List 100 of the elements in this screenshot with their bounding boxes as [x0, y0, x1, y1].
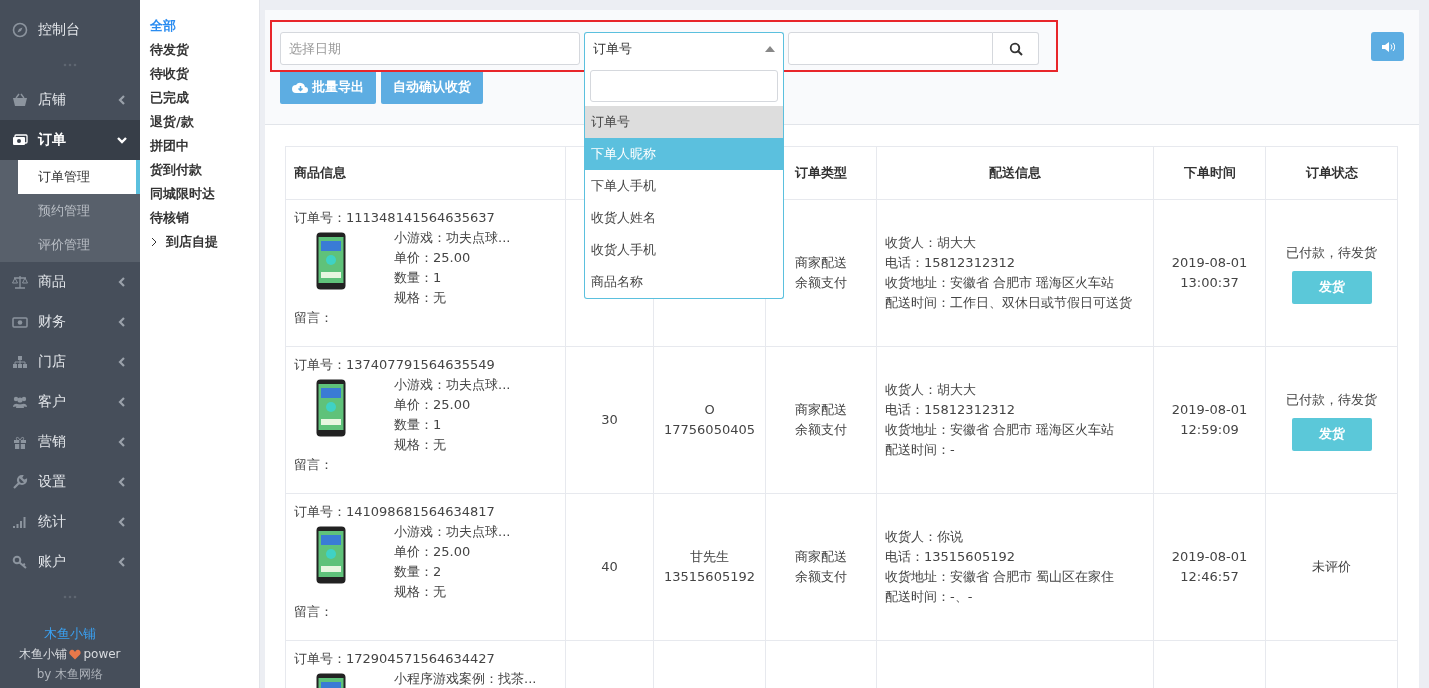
column-header: 下单时间	[1183, 165, 1236, 180]
delivery-info: 收货人：胡大大	[885, 234, 977, 252]
delivery-info: 收货地址：安徽省 合肥市 瑶海区火车站	[885, 421, 1116, 439]
order-time: 13:00:37	[1179, 274, 1240, 292]
buyer-info: O	[703, 401, 716, 419]
product-detail: 单价：25.00	[394, 249, 472, 267]
cloud-download-icon	[292, 81, 308, 93]
sidebar-menu-item[interactable]: 财务	[0, 302, 140, 342]
sidebar-menu-item[interactable]: 商品	[0, 262, 140, 302]
order-status: 已付款，待发货	[1285, 390, 1378, 409]
search-type-select[interactable]: 订单号	[584, 32, 784, 65]
status-filter[interactable]: 待发货	[150, 38, 189, 62]
delivery-info: 电话：15812312312	[885, 254, 1016, 272]
column-header: 配送信息	[989, 165, 1041, 180]
submenu-item[interactable]: 评价管理	[18, 228, 140, 262]
product-detail: 规格：无	[394, 436, 447, 454]
sidebar-menu-item[interactable]: 店铺	[0, 80, 140, 120]
order-note: 留言：	[294, 603, 334, 621]
buyer-info: 17756050405	[663, 421, 756, 439]
product-detail: 数量：2	[394, 563, 443, 581]
order-note: 留言：	[294, 456, 334, 474]
delivery-info: 电话：13515605192	[885, 548, 1016, 566]
order-time: 12:59:09	[1179, 421, 1240, 439]
product-detail: 小程序游戏案例：找茶...	[394, 670, 537, 688]
status-filter[interactable]: 待核销	[150, 206, 189, 230]
phone-thumbnail	[316, 526, 346, 584]
submenu-item[interactable]: 预约管理	[18, 194, 140, 228]
heart-icon	[69, 648, 82, 660]
delivery-info: 收货人：你说	[885, 528, 964, 546]
delivery-info: 配送时间：-、-	[885, 588, 974, 606]
search-icon	[1008, 41, 1023, 56]
delivery-info: 电话：15812312312	[885, 401, 1016, 419]
order-type: 余额支付	[794, 274, 848, 292]
phone-thumbnail	[316, 379, 346, 437]
search-button[interactable]	[993, 32, 1039, 65]
order-type: 商家配送	[794, 254, 848, 272]
buyer-info: 13515605192	[663, 568, 756, 586]
order-type: 商家配送	[794, 401, 848, 419]
order-number: 订单号：172904571564634427	[294, 650, 496, 668]
dropdown-option[interactable]: 商品名称	[585, 266, 783, 298]
submenu-item[interactable]: 订单管理	[18, 160, 140, 194]
hierarchy-icon	[12, 354, 28, 370]
status-filter[interactable]: 同城限时达	[150, 182, 215, 206]
date-field[interactable]: 选择日期	[280, 32, 580, 65]
sidebar-menu-item[interactable]: 设置	[0, 462, 140, 502]
basket-icon	[12, 92, 28, 108]
status-filter[interactable]: 待收货	[150, 62, 189, 86]
power-text: power	[83, 646, 121, 663]
product-detail: 数量：1	[394, 416, 443, 434]
product-detail: 规格：无	[394, 289, 447, 307]
key-icon	[12, 554, 28, 570]
sound-button[interactable]	[1371, 32, 1404, 61]
table-cell: 40	[601, 559, 618, 574]
dropdown-search-field[interactable]	[590, 70, 778, 102]
banknote-icon	[12, 132, 28, 148]
speaker-icon	[1380, 40, 1395, 53]
dropdown-option[interactable]: 下单人手机	[585, 170, 783, 202]
order-time: 2019-08-01	[1170, 548, 1249, 566]
phone-thumbnail	[316, 232, 346, 290]
order-time: 12:46:57	[1179, 568, 1240, 586]
caret-up-icon	[765, 45, 775, 52]
table-cell: 30	[601, 412, 618, 427]
order-number: 订单号：141098681564634817	[294, 503, 496, 521]
users-icon	[12, 394, 28, 410]
product-detail: 规格：无	[394, 583, 447, 601]
status-filter[interactable]: 到店自提	[166, 230, 218, 254]
order-status: 未评价	[1311, 558, 1352, 576]
credit-text: by 木鱼网络	[35, 666, 105, 683]
sidebar-menu-item[interactable]: 订单	[0, 120, 140, 160]
product-detail: 小游戏：功夫点球...	[394, 376, 511, 394]
order-time: 2019-08-01	[1170, 401, 1249, 419]
product-detail: 小游戏：功夫点球...	[394, 229, 511, 247]
sidebar-menu-item[interactable]: 统计	[0, 502, 140, 542]
buyer-info: 甘先生	[689, 548, 730, 566]
column-header: 订单类型	[795, 165, 847, 180]
search-field[interactable]	[788, 32, 993, 65]
order-time: 2019-08-01	[1170, 254, 1249, 272]
status-filter[interactable]: 已完成	[150, 86, 189, 110]
order-status: 已付款，待发货	[1285, 243, 1378, 262]
status-filter[interactable]: 退货/款	[150, 110, 194, 134]
dropdown-option[interactable]: 订单号	[585, 106, 783, 138]
column-header: 商品信息	[294, 165, 346, 180]
delivery-info: 收货人：胡大大	[885, 381, 977, 399]
wrench-icon	[12, 474, 28, 490]
sidebar-menu-item[interactable]: 门店	[0, 342, 140, 382]
sidebar-menu-item[interactable]: 客户	[0, 382, 140, 422]
delivery-info: 收货地址：安徽省 合肥市 蜀山区在家住	[885, 568, 1116, 586]
dropdown-option[interactable]: 收货人手机	[585, 234, 783, 266]
status-filter[interactable]: 货到付款	[150, 158, 202, 182]
order-note: 留言：	[294, 309, 334, 327]
sidebar-menu-item[interactable]: 营销	[0, 422, 140, 462]
order-number: 订单号：137407791564635549	[294, 356, 496, 374]
status-filter[interactable]: 拼团中	[150, 134, 189, 158]
dropdown-option[interactable]: 收货人姓名	[585, 202, 783, 234]
brand-name: 木鱼小铺	[43, 625, 97, 643]
delivery-info: 配送时间：-	[885, 441, 956, 459]
banknote-icon	[12, 314, 28, 330]
compass-icon	[12, 22, 28, 38]
sidebar-menu-item[interactable]: 账户	[0, 542, 140, 582]
sidebar-menu-item[interactable]: 控制台	[0, 10, 140, 50]
